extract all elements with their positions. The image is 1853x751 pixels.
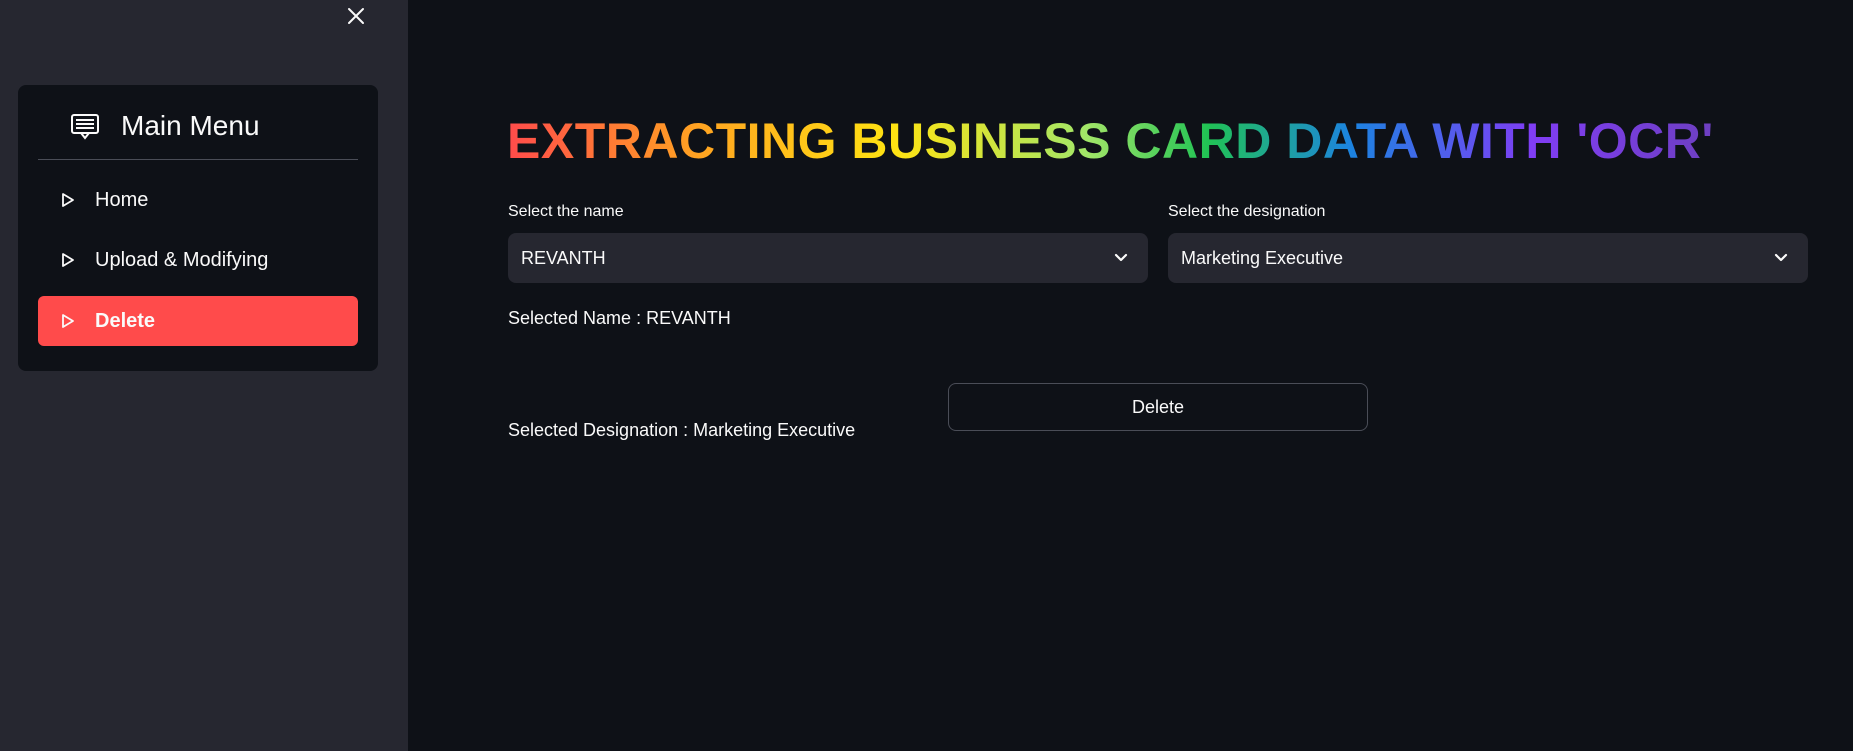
option-menu: Main Menu Home Upload & Modifying Delete: [18, 85, 378, 371]
chevron-down-icon: [1774, 253, 1788, 262]
menu-item-home[interactable]: Home: [38, 175, 358, 225]
designation-select[interactable]: Marketing Executive: [1168, 233, 1808, 283]
menu-list-icon: [71, 114, 99, 140]
name-select-value: REVANTH: [521, 247, 606, 268]
play-outline-icon: [62, 314, 74, 328]
menu-item-label: Upload & Modifying: [95, 248, 269, 271]
designation-select-label: Select the designation: [1168, 203, 1326, 220]
designation-select-value: Marketing Executive: [1181, 247, 1344, 268]
name-select-label: Select the name: [508, 203, 624, 220]
play-outline-icon: [62, 193, 74, 207]
menu-item-upload-modifying[interactable]: Upload & Modifying: [38, 235, 358, 285]
menu-item-label: Home: [95, 188, 149, 211]
name-select[interactable]: REVANTH: [508, 233, 1148, 283]
close-icon: [348, 8, 364, 24]
menu-divider: [38, 159, 358, 160]
menu-item-delete[interactable]: Delete: [38, 296, 358, 346]
page-title: EXTRACTING BUSINESS CARD DATA WITH 'OCR': [507, 113, 1714, 169]
delete-button[interactable]: Delete: [948, 383, 1368, 431]
menu-header: Main Menu: [38, 107, 358, 145]
selected-name-text: Selected Name : REVANTH: [508, 308, 731, 328]
chevron-down-icon: [1114, 253, 1128, 262]
menu-item-label: Delete: [95, 309, 156, 332]
play-outline-icon: [62, 253, 74, 267]
selected-designation-text: Selected Designation : Marketing Executi…: [508, 420, 856, 440]
close-sidebar-button[interactable]: [343, 3, 369, 29]
menu-title: Main Menu: [121, 110, 260, 141]
sidebar: Main Menu Home Upload & Modifying Delete: [0, 0, 408, 751]
